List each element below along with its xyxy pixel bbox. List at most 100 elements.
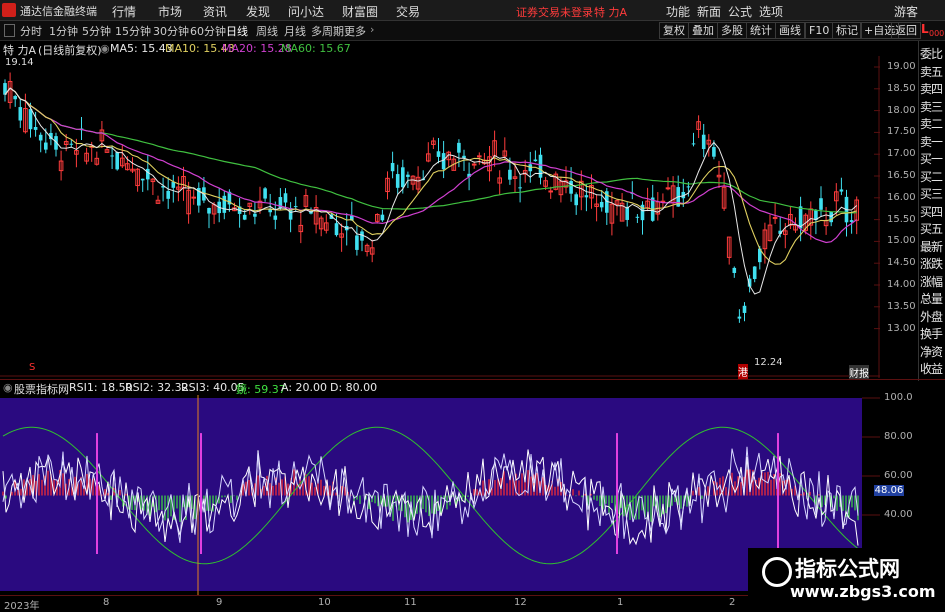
x-label-nov: 11 [404,597,417,608]
menu-options[interactable]: 选项 [759,3,783,20]
candle-body [732,267,737,273]
period-tab-5min[interactable]: 5分钟 [82,23,111,39]
indicator-settings-icon[interactable]: ◉ [3,381,13,394]
price-tick-label: 13.50 [887,300,916,312]
candle-body [518,187,522,189]
order-panel-item[interactable]: 委比 [920,45,945,62]
candle-body [742,305,747,313]
candle-body [548,190,554,193]
period-tab-monthly[interactable]: 月线 [284,23,306,39]
more-chevron-icon[interactable]: › [370,23,374,36]
level-box[interactable]: L 000 [918,22,945,40]
stats-button[interactable]: 统计 [746,22,776,39]
guest-label[interactable]: 游客 [894,3,918,20]
period-tab-1min[interactable]: 1分钟 [49,23,78,39]
order-panel-item[interactable]: 换手 [920,325,945,342]
ma-info-line: 特 力A (日线前复权) ◉ MA5: 15.43 MA10: 15.43 MA… [0,41,880,57]
adjust-button[interactable]: 复权 [659,22,689,39]
menu-discover[interactable]: 发现 [246,3,270,20]
menu-new-page[interactable]: 新面 [697,3,721,20]
f10-button[interactable]: F10 [805,22,834,39]
candle-body [115,152,119,170]
period-tab-daily[interactable]: 日线 [226,23,248,39]
back-button[interactable]: 返回 [891,22,921,39]
order-panel-item[interactable]: 买一 [920,150,945,167]
candle-body [457,142,461,153]
candle-body [222,195,227,213]
order-panel-item[interactable]: 卖二 [920,115,945,132]
candle-body [283,193,288,203]
order-panel-item[interactable]: 最新 [920,238,945,255]
order-panel-item[interactable]: 买四 [920,203,945,220]
candle-body [635,216,640,218]
period-tab-more[interactable]: 更多 [344,23,366,39]
menu-formula[interactable]: 公式 [728,3,752,20]
trade-login-warning[interactable]: 证券交易未登录 [516,4,593,20]
x-label-feb: 2 [729,597,736,608]
period-tab-multi[interactable]: 多周期 [311,23,344,39]
order-panel-item[interactable]: 涨跌 [920,255,945,272]
order-panel-item[interactable]: 卖四 [920,80,945,97]
period-tab-timeshare[interactable]: 分时 [20,23,42,39]
candle-body [665,187,671,190]
order-panel-item[interactable]: 外盘 [920,308,945,325]
period-tab-weekly[interactable]: 周线 [256,23,278,39]
low-price-label: 12.24 [754,357,783,368]
candle-body [441,153,446,170]
candle-body [436,151,441,157]
price-tick-label: 18.00 [887,104,916,116]
menu-ask[interactable]: 问小达 [288,3,324,20]
menu-news[interactable]: 资讯 [203,3,227,20]
watermark-url: www.zbgs3.com [790,582,936,601]
multi-stock-button[interactable]: 多股 [717,22,747,39]
order-panel-item[interactable]: 买三 [920,185,945,202]
mark-button[interactable]: 标记 [832,22,862,39]
menu-market[interactable]: 市场 [158,3,182,20]
order-panel-item[interactable]: 卖一 [920,133,945,150]
ma5-value: MA5: 15.43 [110,42,173,55]
menu-wealth[interactable]: 财富圈 [342,3,378,20]
order-panel-item[interactable]: 卖五 [920,63,945,80]
order-panel-item[interactable]: 卖三 [920,98,945,115]
candle-body [140,178,145,181]
panel-toggle-icon[interactable] [4,24,15,37]
period-tab-60min[interactable]: 60分钟 [190,23,226,39]
draw-button[interactable]: 画线 [775,22,805,39]
menu-quotes[interactable]: 行情 [112,3,136,20]
order-panel-item[interactable]: 买二 [920,168,945,185]
price-tick-label: 18.50 [887,82,916,94]
order-panel-item[interactable]: 总量 [920,290,945,307]
candle-body [401,167,405,188]
candle-body [395,174,400,188]
candle-body [471,163,477,166]
level-sub: 000 [929,29,945,38]
indicator-tick-label: 80.00 [884,431,913,442]
rsi2-value: RSI2: 32.32 [125,381,189,394]
order-panel-item[interactable]: 净资 [920,343,945,360]
menu-function[interactable]: 功能 [666,3,690,20]
x-label-aug: 8 [103,597,110,608]
candle-body [390,162,395,172]
price-chart[interactable] [0,56,880,378]
price-tick-label: 14.50 [887,257,916,269]
candle-body [569,180,573,194]
candle-body [701,134,706,150]
candle-body [691,143,696,145]
price-tick-label: 17.50 [887,126,916,138]
price-tick-label: 16.50 [887,170,916,181]
menu-stock-name: 特 力A [594,6,628,19]
overlay-button[interactable]: 叠加 [688,22,718,39]
settings-icon[interactable]: ◉ [100,42,110,55]
period-tab-30min[interactable]: 30分钟 [153,23,189,39]
order-panel-item[interactable]: 收益 [920,360,945,377]
report-marker[interactable]: 财报 [849,365,869,380]
order-panel-item[interactable]: 买五 [920,220,945,237]
hk-marker[interactable]: 港 [738,364,748,379]
menu-trade[interactable]: 交易 [396,3,420,20]
price-tick-label: 14.00 [887,279,916,290]
order-panel-item[interactable]: 涨幅 [920,273,945,290]
price-tick-label: 15.50 [887,213,916,225]
candle-body [752,266,757,279]
candle-body [686,186,691,188]
period-tab-15min[interactable]: 15分钟 [115,23,151,39]
